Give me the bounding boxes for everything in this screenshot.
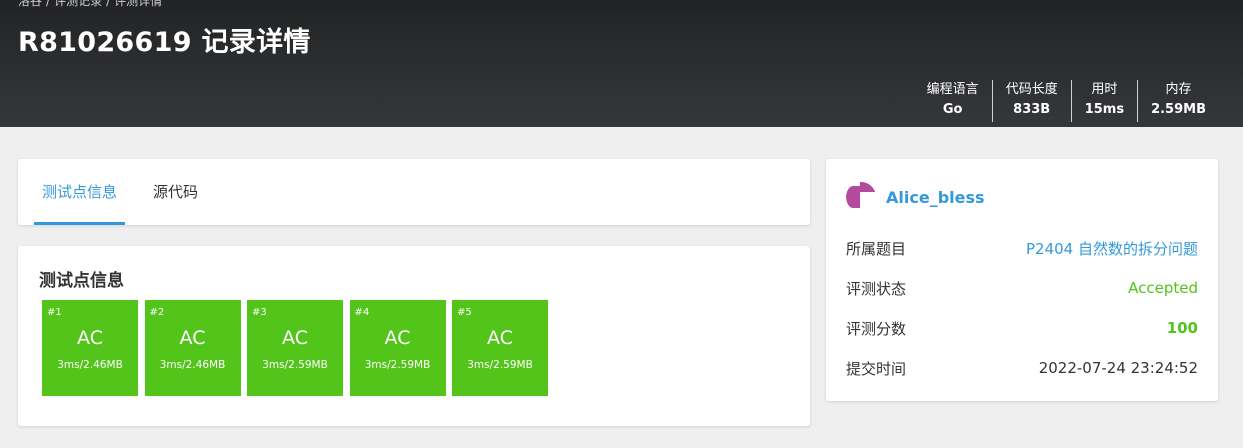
stat-memory: 内存 2.59MB: [1137, 80, 1219, 122]
testcase-tile[interactable]: #1 AC 3ms/2.46MB: [42, 300, 138, 396]
info-row-score: 评测分数 100: [846, 316, 1198, 340]
testcase-tile[interactable]: #5 AC 3ms/2.59MB: [452, 300, 548, 396]
testcase-status: AC: [179, 327, 206, 349]
section-title: 测试点信息: [39, 271, 124, 291]
breadcrumb-current: 评测详情: [114, 0, 163, 8]
tab-source-code[interactable]: 源代码: [153, 159, 198, 225]
stat-value: Go: [942, 102, 963, 117]
tabs-card: 测试点信息 源代码: [18, 159, 810, 225]
stat-value: 833B: [1013, 102, 1051, 117]
testcase-status: AC: [384, 327, 411, 349]
stat-label: 代码长度: [1005, 82, 1058, 97]
breadcrumb: 洛谷 / 评测记录 / 评测详情: [18, 0, 166, 9]
breadcrumb-records[interactable]: 评测记录: [54, 0, 102, 8]
testcase-id: #5: [457, 307, 472, 318]
record-info-card: Alice_bless 所属题目 P2404 自然数的拆分问题 评测状态 Acc…: [826, 159, 1218, 401]
testcase-status: AC: [282, 327, 308, 349]
problem-link[interactable]: P2404 自然数的拆分问题: [1026, 238, 1198, 259]
testcase-grid: #1 AC 3ms/2.46MB #2 AC 3ms/2.46MB #3 AC …: [42, 300, 555, 396]
stat-time: 用时 15ms: [1070, 80, 1137, 122]
username-link[interactable]: Alice_bless: [886, 188, 985, 207]
submit-time-value: 2022-07-24 23:24:52: [1038, 359, 1198, 377]
testcase-id: #3: [252, 307, 267, 318]
user-avatar-icon[interactable]: [846, 182, 876, 212]
testcase-id: #4: [354, 307, 370, 318]
info-row-problem: 所属题目 P2404 自然数的拆分问题: [846, 236, 1198, 260]
info-key: 提交时间: [846, 359, 907, 378]
stat-code-length: 代码长度 833B: [991, 80, 1071, 122]
testcase-id: #1: [47, 307, 62, 318]
info-key: 评测分数: [846, 319, 907, 338]
info-key: 所属题目: [846, 239, 907, 258]
testcase-detail: 3ms/2.46MB: [159, 359, 226, 371]
testcase-tile[interactable]: #4 AC 3ms/2.59MB: [349, 300, 446, 396]
testcase-tile[interactable]: #3 AC 3ms/2.59MB: [247, 300, 343, 396]
info-row-submit-time: 提交时间 2022-07-24 23:24:52: [846, 356, 1198, 380]
stats-bar: 编程语言 Go 代码长度 833B 用时 15ms 内存 2.59MB: [914, 80, 1219, 122]
breadcrumb-sep: /: [46, 0, 51, 8]
testcases-card: 测试点信息 #1 AC 3ms/2.46MB #2 AC 3ms/2.46MB …: [18, 246, 810, 426]
testcase-status: AC: [487, 327, 513, 349]
testcase-detail: 3ms/2.46MB: [57, 359, 123, 371]
testcase-id: #2: [149, 307, 165, 318]
page-title: R81026619 记录详情: [18, 27, 311, 58]
breadcrumb-sep: /: [106, 0, 111, 8]
testcase-detail: 3ms/2.59MB: [262, 359, 328, 371]
stat-value: 2.59MB: [1151, 102, 1206, 117]
tab-testcase-info[interactable]: 测试点信息: [34, 159, 126, 225]
testcase-detail: 3ms/2.59MB: [467, 359, 533, 371]
stat-label: 编程语言: [926, 82, 979, 97]
info-row-status: 评测状态 Accepted: [846, 276, 1198, 300]
stat-language: 编程语言 Go: [914, 80, 992, 122]
testcase-tile[interactable]: #2 AC 3ms/2.46MB: [144, 300, 241, 396]
stat-value: 15ms: [1084, 102, 1125, 117]
user-row: Alice_bless: [846, 181, 985, 213]
testcase-detail: 3ms/2.59MB: [364, 359, 431, 371]
score-value: 100: [1166, 319, 1198, 337]
testcase-status: AC: [77, 327, 103, 349]
info-key: 评测状态: [846, 279, 907, 298]
stat-label: 用时: [1091, 82, 1118, 97]
stat-label: 内存: [1165, 82, 1192, 97]
breadcrumb-home[interactable]: 洛谷: [18, 0, 42, 8]
status-value: Accepted: [1128, 279, 1198, 297]
header: 洛谷 / 评测记录 / 评测详情 R81026619 记录详情 编程语言 Go 代码长度…: [0, 0, 1243, 127]
